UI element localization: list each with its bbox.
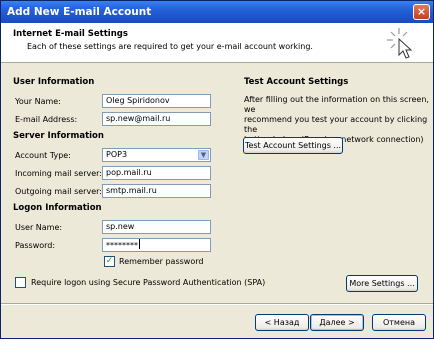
title-bar[interactable]: Add New E-mail Account × <box>1 1 433 23</box>
account-type-value: POP3 <box>106 150 128 159</box>
password-label: Password: <box>15 241 56 250</box>
spa-checkbox[interactable]: ✓ <box>15 277 26 288</box>
dialog-window: Add New E-mail Account × Internet E-mail… <box>0 0 434 339</box>
outgoing-server-label: Outgoing mail server: <box>15 187 102 196</box>
outgoing-server-input[interactable]: smtp.mail.ru <box>102 184 211 198</box>
window-title: Add New E-mail Account <box>7 6 152 18</box>
text-caret <box>139 239 140 249</box>
header-subtitle: Each of these settings are required to g… <box>27 42 313 51</box>
logon-info-heading: Logon Information <box>13 203 102 213</box>
server-info-heading: Server Information <box>13 131 104 141</box>
password-mask: ******** <box>106 241 138 250</box>
remember-password-checkbox[interactable]: ✓ <box>104 256 115 267</box>
header-title: Internet E-mail Settings <box>13 29 128 39</box>
next-button[interactable]: Далее > <box>310 314 364 331</box>
more-settings-button[interactable]: More Settings ... <box>346 275 418 292</box>
account-type-label: Account Type: <box>15 151 71 160</box>
description-line: recommend you test your account by click… <box>244 115 428 134</box>
wizard-header: Internet E-mail Settings Each of these s… <box>1 23 433 63</box>
test-settings-heading: Test Account Settings <box>244 77 349 87</box>
chevron-down-icon[interactable]: ▼ <box>198 150 209 160</box>
incoming-server-label: Incoming mail server: <box>15 169 102 178</box>
your-name-label: Your Name: <box>15 97 61 106</box>
wizard-cursor-icon <box>387 28 413 59</box>
remember-password-label[interactable]: Remember password <box>119 257 203 266</box>
description-line: After filling out the information on thi… <box>244 95 429 114</box>
back-button[interactable]: < Назад <box>255 314 309 331</box>
incoming-server-input[interactable]: pop.mail.ru <box>102 166 211 180</box>
user-name-label: User Name: <box>15 223 63 232</box>
cancel-button[interactable]: Отмена <box>372 314 426 331</box>
email-address-label: E-mail Address: <box>15 115 78 124</box>
test-account-settings-button[interactable]: Test Account Settings ... <box>243 137 343 154</box>
your-name-input[interactable]: Oleg Spiridonov <box>102 94 211 108</box>
email-address-input[interactable]: sp.new@mail.ru <box>102 112 211 126</box>
account-type-select[interactable]: POP3 ▼ <box>102 148 211 162</box>
user-name-input[interactable]: sp.new <box>102 220 211 234</box>
spa-label[interactable]: Require logon using Secure Password Auth… <box>31 278 265 287</box>
user-info-heading: User Information <box>13 77 95 87</box>
close-button[interactable]: × <box>413 4 430 20</box>
password-input[interactable]: ******** <box>102 238 211 252</box>
footer-separator <box>1 303 433 305</box>
